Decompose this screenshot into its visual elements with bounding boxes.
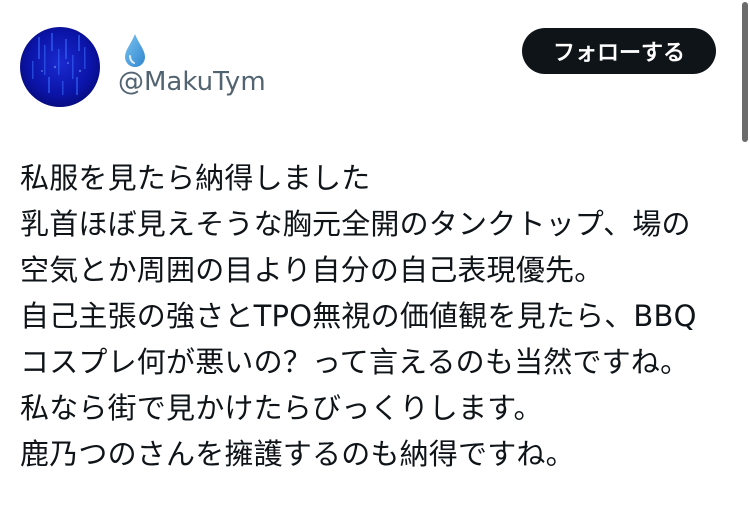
tweet-text: 私服を見たら納得しました 乳首ほぼ見えそうな胸元全開のタンクトップ、場の 空気と… xyxy=(20,155,740,477)
display-name[interactable] xyxy=(117,30,153,70)
tweet-line: 乳首ほぼ見えそうな胸元全開のタンクトップ、場の xyxy=(20,207,691,241)
avatar-image xyxy=(20,27,100,107)
tweet-line: コスプレ何が悪いの？って言えるのも当然ですね。 xyxy=(20,345,690,379)
scrollbar[interactable] xyxy=(740,0,750,160)
tweet-line: 空気とか周囲の目より自分の自己表現優先。 xyxy=(20,253,604,287)
tweet-line: 鹿乃つのさんを擁護するのも納得ですね。 xyxy=(20,437,575,471)
avatar[interactable] xyxy=(20,27,100,107)
tweet-card: @MakuTym フォローする 私服を見たら納得しました 乳首ほぼ見えそうな胸元… xyxy=(0,0,750,507)
user-handle[interactable]: @MakuTym xyxy=(118,67,266,97)
scrollbar-thumb[interactable] xyxy=(742,2,748,142)
tweet-line: 私なら街で見かけたらびっくりします。 xyxy=(20,391,543,425)
droplet-icon xyxy=(125,34,145,67)
tweet-line: 自己主張の強さとTPO無視の価値観を見たら、BBQ xyxy=(20,299,697,333)
follow-button[interactable]: フォローする xyxy=(522,28,716,74)
tweet-line: 私服を見たら納得しました xyxy=(20,161,371,195)
